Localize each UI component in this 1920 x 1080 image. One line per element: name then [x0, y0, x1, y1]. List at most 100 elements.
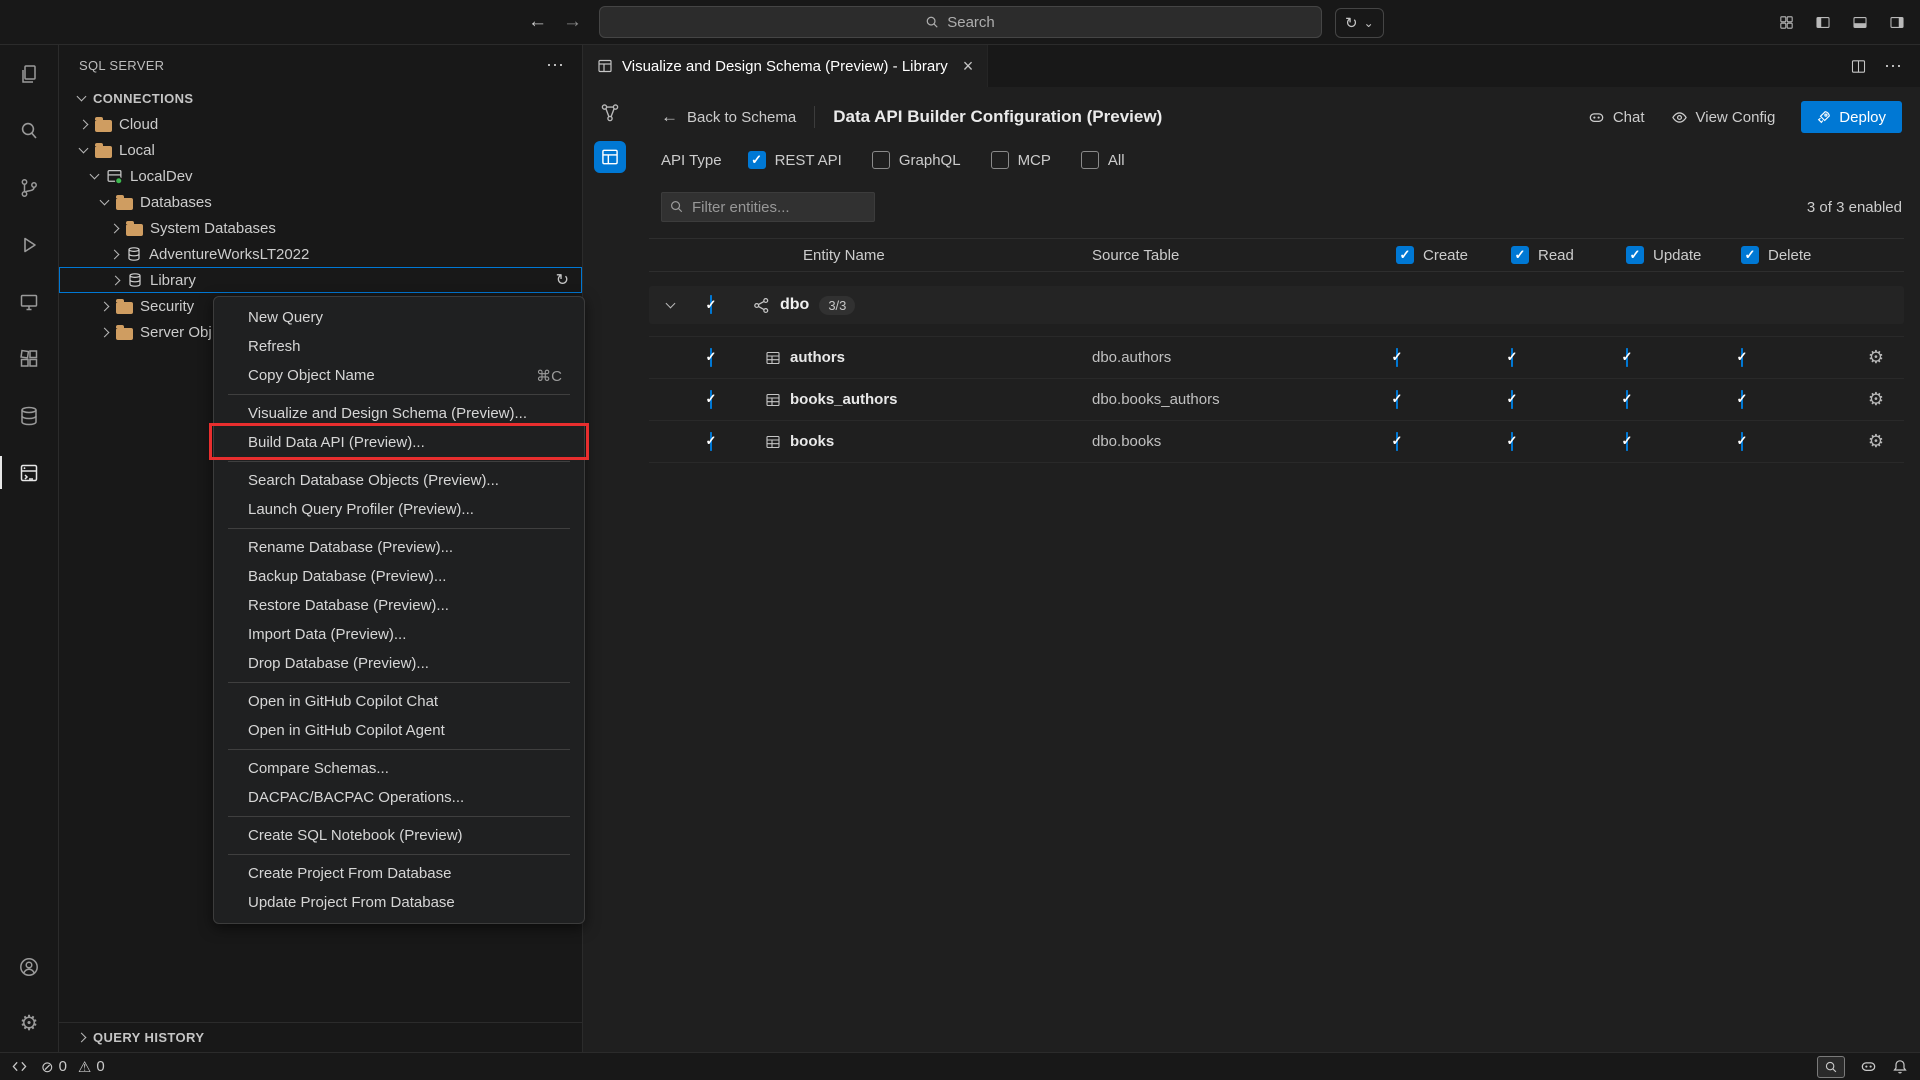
more-actions-icon[interactable]: ⋯ — [1884, 56, 1902, 77]
checkbox-read[interactable] — [1511, 348, 1513, 367]
checkbox-read[interactable] — [1511, 390, 1513, 409]
checkbox-update[interactable] — [1626, 390, 1628, 409]
explorer-icon[interactable] — [0, 45, 58, 102]
problems-indicator[interactable]: ⊘ 0 ⚠ 0 — [41, 1058, 105, 1076]
checkbox-delete[interactable] — [1741, 432, 1743, 451]
filter-entities-input[interactable] — [661, 192, 875, 222]
menu-item-search-database-objects[interactable]: Search Database Objects (Preview)... — [218, 466, 580, 495]
tree-item-cloud[interactable]: Cloud — [59, 111, 582, 137]
schema-diagram-tool-icon[interactable] — [594, 97, 626, 129]
checkbox-create[interactable] — [1396, 390, 1398, 409]
checkbox-graphql[interactable] — [872, 151, 890, 169]
schema-group-row-dbo[interactable]: dbo 3/3 — [649, 286, 1904, 324]
checkbox-entity[interactable] — [710, 432, 712, 451]
checkbox-entity[interactable] — [710, 390, 712, 409]
run-debug-icon[interactable] — [0, 216, 58, 273]
sidebar-more-actions-icon[interactable]: ⋯ — [546, 55, 564, 76]
menu-item-dacpac-bacpac[interactable]: DACPAC/BACPAC Operations... — [218, 783, 580, 812]
menu-item-build-data-api[interactable]: Build Data API (Preview)... — [218, 428, 580, 457]
table-row-authors[interactable]: authors dbo.authors ⚙ — [649, 337, 1904, 379]
remote-indicator-icon[interactable] — [12, 1059, 27, 1074]
menu-item-restore-database[interactable]: Restore Database (Preview)... — [218, 591, 580, 620]
close-tab-icon[interactable]: × — [963, 56, 974, 77]
menu-item-create-sql-notebook[interactable]: Create SQL Notebook (Preview) — [218, 821, 580, 850]
checkbox-read[interactable] — [1511, 432, 1513, 451]
deploy-button[interactable]: Deploy — [1801, 101, 1902, 133]
forward-arrow-icon[interactable]: → — [563, 11, 582, 33]
table-row-books[interactable]: books dbo.books ⚙ — [649, 421, 1904, 463]
database-projects-icon[interactable] — [0, 387, 58, 444]
menu-item-create-project-from-database[interactable]: Create Project From Database — [218, 859, 580, 888]
checkbox-all[interactable] — [1081, 151, 1099, 169]
toggle-panel-icon[interactable] — [1851, 14, 1869, 31]
toggle-secondary-sidebar-icon[interactable] — [1888, 14, 1906, 31]
tree-item-system-databases[interactable]: System Databases — [59, 215, 582, 241]
extensions-icon[interactable] — [0, 330, 58, 387]
view-config-button[interactable]: View Config — [1671, 109, 1776, 126]
remote-explorer-icon[interactable] — [0, 273, 58, 330]
menu-item-open-copilot-agent[interactable]: Open in GitHub Copilot Agent — [218, 716, 580, 745]
tree-item-databases[interactable]: Databases — [59, 189, 582, 215]
checkbox-create[interactable] — [1396, 432, 1398, 451]
notifications-bell-icon[interactable] — [1892, 1059, 1908, 1075]
checkbox-update[interactable] — [1626, 348, 1628, 367]
menu-item-compare-schemas[interactable]: Compare Schemas... — [218, 754, 580, 783]
checkbox-delete[interactable] — [1741, 348, 1743, 367]
entity-settings-icon[interactable]: ⚙ — [1868, 431, 1884, 452]
table-row-books-authors[interactable]: books_authors dbo.books_authors ⚙ — [649, 379, 1904, 421]
tree-item-local[interactable]: Local — [59, 137, 582, 163]
query-history-section-header[interactable]: QUERY HISTORY — [59, 1022, 582, 1052]
data-api-builder-tool-icon[interactable] — [594, 141, 626, 173]
checkbox-entity[interactable] — [710, 348, 712, 367]
command-center-search[interactable]: Search — [599, 6, 1322, 38]
option-mcp[interactable]: MCP — [991, 151, 1051, 169]
accounts-icon[interactable] — [0, 938, 58, 995]
chevron-down-icon[interactable] — [666, 299, 676, 309]
search-view-icon[interactable] — [0, 102, 58, 159]
tree-item-library[interactable]: Library ↻ — [59, 267, 582, 293]
menu-item-copy-object-name[interactable]: Copy Object Name⌘C — [218, 361, 580, 390]
menu-item-drop-database[interactable]: Drop Database (Preview)... — [218, 649, 580, 678]
menu-item-visualize-design-schema[interactable]: Visualize and Design Schema (Preview)... — [218, 399, 580, 428]
option-all[interactable]: All — [1081, 151, 1125, 169]
tree-item-localdev[interactable]: LocalDev — [59, 163, 582, 189]
toggle-sidebar-icon[interactable] — [1814, 14, 1832, 31]
sql-server-view-icon[interactable] — [0, 444, 58, 501]
checkbox-delete-all[interactable] — [1741, 246, 1759, 264]
option-rest-api[interactable]: REST API — [748, 151, 842, 169]
customize-layout-icon[interactable] — [1778, 14, 1795, 31]
entity-settings-icon[interactable]: ⚙ — [1868, 347, 1884, 368]
menu-item-import-data[interactable]: Import Data (Preview)... — [218, 620, 580, 649]
menu-item-open-copilot-chat[interactable]: Open in GitHub Copilot Chat — [218, 687, 580, 716]
chat-button[interactable]: Chat — [1588, 109, 1645, 126]
zoom-indicator[interactable] — [1817, 1056, 1845, 1078]
connections-section-header[interactable]: CONNECTIONS — [59, 85, 582, 111]
checkbox-update-all[interactable] — [1626, 246, 1644, 264]
menu-item-backup-database[interactable]: Backup Database (Preview)... — [218, 562, 580, 591]
entity-settings-icon[interactable]: ⚙ — [1868, 389, 1884, 410]
copilot-status-icon[interactable] — [1860, 1058, 1877, 1075]
menu-item-launch-query-profiler[interactable]: Launch Query Profiler (Preview)... — [218, 495, 580, 524]
checkbox-create-all[interactable] — [1396, 246, 1414, 264]
menu-item-update-project-from-database[interactable]: Update Project From Database — [218, 888, 580, 917]
back-arrow-icon[interactable]: ← — [528, 11, 547, 33]
menu-item-new-query[interactable]: New Query — [218, 303, 580, 332]
source-control-icon[interactable] — [0, 159, 58, 216]
settings-gear-icon[interactable]: ⚙ — [0, 995, 58, 1052]
tree-item-adventureworks[interactable]: AdventureWorksLT2022 — [59, 241, 582, 267]
refresh-connection-icon[interactable]: ↻ — [556, 270, 569, 290]
menu-item-refresh[interactable]: Refresh — [218, 332, 580, 361]
checkbox-read-all[interactable] — [1511, 246, 1529, 264]
split-editor-icon[interactable] — [1850, 58, 1867, 75]
option-graphql[interactable]: GraphQL — [872, 151, 961, 169]
back-to-schema-link[interactable]: ← Back to Schema — [661, 107, 796, 127]
menu-item-rename-database[interactable]: Rename Database (Preview)... — [218, 533, 580, 562]
checkbox-rest-api[interactable] — [748, 151, 766, 169]
checkbox-delete[interactable] — [1741, 390, 1743, 409]
checkbox-update[interactable] — [1626, 432, 1628, 451]
sync-dropdown-button[interactable]: ↻ ⌄ — [1335, 8, 1384, 38]
checkbox-group-dbo[interactable] — [710, 295, 712, 314]
tab-visualize-design-schema[interactable]: Visualize and Design Schema (Preview) - … — [583, 45, 988, 87]
checkbox-mcp[interactable] — [991, 151, 1009, 169]
checkbox-create[interactable] — [1396, 348, 1398, 367]
